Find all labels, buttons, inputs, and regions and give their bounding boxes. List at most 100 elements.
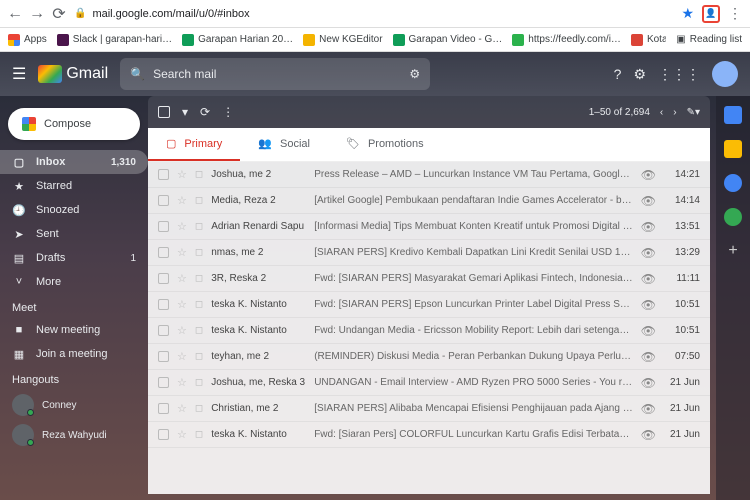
star-icon[interactable]: ☆: [177, 428, 187, 441]
star-icon[interactable]: ☆: [177, 324, 187, 337]
select-all-checkbox[interactable]: [158, 106, 170, 118]
sidebar-item-more[interactable]: ˅More: [0, 270, 148, 294]
bookmark-item[interactable]: New KGEditor: [303, 34, 382, 46]
importance-icon[interactable]: ◻: [195, 195, 203, 206]
calendar-addon-icon[interactable]: [724, 106, 742, 124]
row-checkbox[interactable]: [158, 247, 169, 258]
row-checkbox[interactable]: [158, 221, 169, 232]
apps-button[interactable]: Apps: [8, 34, 47, 46]
tasks-addon-icon[interactable]: [724, 174, 742, 192]
add-addon-icon[interactable]: +: [728, 242, 737, 260]
row-checkbox[interactable]: [158, 403, 169, 414]
select-dropdown-icon[interactable]: ▾: [182, 105, 188, 119]
star-icon[interactable]: ☆: [177, 298, 187, 311]
star-icon[interactable]: ☆: [177, 194, 187, 207]
account-avatar[interactable]: [712, 61, 738, 87]
back-icon[interactable]: ←: [8, 7, 22, 21]
next-page-icon[interactable]: ›: [673, 107, 676, 118]
sidebar-item-sent[interactable]: ➤Sent: [0, 222, 148, 246]
row-checkbox[interactable]: [158, 169, 169, 180]
row-checkbox[interactable]: [158, 195, 169, 206]
bookmark-item[interactable]: Kotak Masuk (465)…: [631, 34, 666, 46]
settings-icon[interactable]: ⚙: [633, 66, 646, 83]
browser-menu-icon[interactable]: ⋮: [728, 5, 742, 22]
reload-icon[interactable]: ⟳: [52, 7, 66, 21]
tab-social[interactable]: 👥Social: [240, 128, 328, 161]
importance-icon[interactable]: ◻: [195, 221, 203, 232]
importance-icon[interactable]: ◻: [195, 247, 203, 258]
star-icon[interactable]: ☆: [177, 402, 187, 415]
keyboard-icon: ▦: [12, 348, 26, 361]
email-row[interactable]: ☆◻teska K. NistantoFwd: [SIARAN PERS] Ep…: [148, 292, 710, 318]
star-icon[interactable]: ☆: [177, 376, 187, 389]
hangout-contact[interactable]: Reza Wahyudi: [0, 420, 148, 450]
row-checkbox[interactable]: [158, 351, 169, 362]
join-meeting[interactable]: ▦Join a meeting: [0, 342, 148, 366]
importance-icon[interactable]: ◻: [195, 377, 203, 388]
compose-button[interactable]: Compose: [8, 108, 140, 140]
star-icon[interactable]: ☆: [177, 168, 187, 181]
bookmark-item[interactable]: Garapan Video - G…: [393, 34, 503, 46]
url-bar[interactable]: 🔒 mail.google.com/mail/u/0/#inbox: [74, 8, 673, 20]
new-meeting[interactable]: ■New meeting: [0, 318, 148, 342]
importance-icon[interactable]: ◻: [195, 351, 203, 362]
subject: [SIARAN PERS] Kredivo Kembali Dapatkan L…: [314, 247, 633, 258]
contacts-addon-icon[interactable]: [724, 208, 742, 226]
star-icon[interactable]: ☆: [177, 246, 187, 259]
star-icon[interactable]: ☆: [177, 220, 187, 233]
email-row[interactable]: ☆◻3R, Reska 2Fwd: [SIARAN PERS] Masyarak…: [148, 266, 710, 292]
email-row[interactable]: ☆◻teyhan, me 2(REMINDER) Diskusi Media -…: [148, 344, 710, 370]
keep-addon-icon[interactable]: [724, 140, 742, 158]
bookmark-item[interactable]: Slack | garapan-hari…: [57, 34, 172, 46]
star-icon[interactable]: ☆: [177, 272, 187, 285]
email-row[interactable]: ☆◻nmas, me 2[SIARAN PERS] Kredivo Kembal…: [148, 240, 710, 266]
email-row[interactable]: ☆◻Adrian Renardi Sapu[Informasi Media] T…: [148, 214, 710, 240]
hangout-contact[interactable]: Conney: [0, 390, 148, 420]
search-input[interactable]: 🔍 Search mail ⚙: [120, 58, 430, 90]
email-row[interactable]: ☆◻teska K. NistantoFwd: [Siaran Pers] CO…: [148, 422, 710, 448]
sidebar-item-starred[interactable]: ★Starred: [0, 174, 148, 198]
row-checkbox[interactable]: [158, 377, 169, 388]
email-row[interactable]: ☆◻Christian, me 2[SIARAN PERS] Alibaba M…: [148, 396, 710, 422]
email-row[interactable]: ☆◻teska K. NistantoFwd: Undangan Media -…: [148, 318, 710, 344]
importance-icon[interactable]: ◻: [195, 169, 203, 180]
date: 13:29: [664, 247, 700, 258]
importance-icon[interactable]: ◻: [195, 325, 203, 336]
email-row[interactable]: ☆◻Media, Reza 2[Artikel Google] Pembukaa…: [148, 188, 710, 214]
input-tools-icon[interactable]: ✎▾: [687, 107, 700, 118]
profile-badge[interactable]: 👤: [702, 5, 720, 23]
support-icon[interactable]: ?: [614, 66, 622, 82]
importance-icon[interactable]: ◻: [195, 429, 203, 440]
email-row[interactable]: ☆◻Joshua, me, Reska 3UNDANGAN - Email In…: [148, 370, 710, 396]
row-checkbox[interactable]: [158, 325, 169, 336]
camera-icon: ■: [12, 324, 26, 336]
sidebar-item-snoozed[interactable]: 🕘Snoozed: [0, 198, 148, 222]
star-icon[interactable]: ☆: [177, 350, 187, 363]
bookmark-star-icon[interactable]: ★: [681, 5, 694, 22]
tab-promotions[interactable]: 🏷Promotions: [328, 128, 442, 161]
email-row[interactable]: ☆◻Joshua, me 2Press Release – AMD – Lunc…: [148, 162, 710, 188]
bookmark-item[interactable]: https://feedly.com/i…: [512, 34, 621, 46]
row-checkbox[interactable]: [158, 429, 169, 440]
mail-toolbar: ▾ ⟳ ⋮ 1–50 of 2,694 ‹ › ✎▾: [148, 96, 710, 128]
search-options-icon[interactable]: ⚙: [409, 67, 420, 81]
tab-primary[interactable]: ▢Primary: [148, 128, 240, 161]
sidebar-item-inbox[interactable]: ▢Inbox1,310: [0, 150, 148, 174]
importance-icon[interactable]: ◻: [195, 273, 203, 284]
more-icon[interactable]: ⋮: [222, 105, 234, 119]
importance-icon[interactable]: ◻: [195, 403, 203, 414]
gmail-logo[interactable]: Gmail: [38, 65, 108, 83]
menu-icon[interactable]: ☰: [12, 64, 26, 84]
label-icon: 👁: [641, 168, 656, 182]
bookmark-icon: [393, 34, 405, 46]
refresh-icon[interactable]: ⟳: [200, 105, 210, 119]
row-checkbox[interactable]: [158, 299, 169, 310]
sidebar-item-drafts[interactable]: ▤Drafts1: [0, 246, 148, 270]
reading-list[interactable]: ▣ Reading list: [676, 34, 742, 45]
bookmark-item[interactable]: Garapan Harian 20…: [182, 34, 293, 46]
apps-grid-icon[interactable]: ⋮⋮⋮: [658, 66, 700, 83]
row-checkbox[interactable]: [158, 273, 169, 284]
importance-icon[interactable]: ◻: [195, 299, 203, 310]
prev-page-icon[interactable]: ‹: [660, 107, 663, 118]
forward-icon[interactable]: →: [30, 7, 44, 21]
